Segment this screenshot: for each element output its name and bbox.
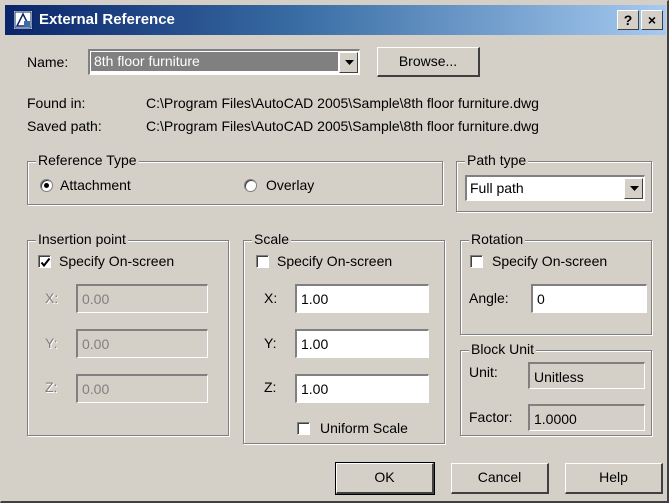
factor-label: Factor: (469, 409, 513, 425)
name-selected-value: 8th floor furniture (91, 52, 338, 71)
close-icon[interactable]: × (641, 10, 663, 30)
chevron-down-icon[interactable] (624, 178, 643, 199)
scale-group: Scale Specify On-screen X: 1.00 Y: 1.00 … (243, 231, 445, 444)
path-type-selected-value: Full path (470, 180, 524, 196)
insertion-y-label: Y: (45, 335, 58, 351)
unit-value: Unitless (534, 369, 584, 385)
checkmark-icon (40, 257, 51, 268)
found-in-value: C:\Program Files\AutoCAD 2005\Sample\8th… (146, 95, 539, 111)
reference-type-title: Reference Type (36, 152, 139, 168)
block-unit-title: Block Unit (469, 341, 537, 357)
name-combo[interactable]: 8th floor furniture (88, 49, 360, 75)
block-unit-group: Block Unit Unit: Unitless Factor: 1.0000 (460, 341, 652, 436)
unit-label: Unit: (469, 364, 498, 380)
overlay-label[interactable]: Overlay (266, 177, 314, 193)
insertion-y-value: 0.00 (82, 336, 110, 352)
title-bar[interactable]: External Reference ? × (5, 5, 666, 35)
scale-x-label: X: (264, 290, 278, 306)
scale-z-field[interactable]: 1.00 (295, 374, 429, 403)
browse-button[interactable]: Browse... (377, 47, 480, 77)
scale-specify-checkbox[interactable] (256, 255, 269, 268)
overlay-radio[interactable] (244, 179, 257, 192)
insertion-specify-label[interactable]: Specify On-screen (59, 253, 174, 269)
saved-path-label: Saved path: (27, 118, 102, 134)
scale-y-field[interactable]: 1.00 (295, 329, 429, 358)
scale-z-label: Z: (264, 379, 277, 395)
uniform-scale-label[interactable]: Uniform Scale (320, 420, 408, 436)
path-type-combo[interactable]: Full path (465, 175, 645, 201)
attachment-label[interactable]: Attachment (60, 177, 131, 193)
angle-field[interactable]: 0 (531, 284, 647, 313)
insertion-x-field[interactable]: 0.00 (76, 284, 208, 313)
insertion-point-group: Insertion point Specify On-screen X: 0.0… (27, 231, 229, 436)
external-reference-dialog: External Reference ? × Name: 8th floor f… (0, 0, 669, 503)
name-label: Name: (27, 54, 69, 70)
rotation-specify-label[interactable]: Specify On-screen (492, 253, 607, 269)
insertion-z-value: 0.00 (82, 381, 110, 397)
scale-z-value: 1.00 (301, 381, 329, 397)
chevron-down-icon[interactable] (339, 52, 358, 73)
path-type-title: Path type (465, 152, 529, 168)
scale-y-label: Y: (264, 335, 277, 351)
insertion-y-field[interactable]: 0.00 (76, 329, 208, 358)
rotation-specify-checkbox[interactable] (470, 255, 483, 268)
unit-field: Unitless (528, 362, 645, 389)
help-icon[interactable]: ? (617, 10, 639, 30)
insertion-specify-checkbox[interactable] (38, 255, 51, 268)
radio-dot-icon (44, 183, 49, 188)
insertion-z-field[interactable]: 0.00 (76, 374, 208, 403)
path-type-group: Path type Full path (456, 152, 652, 212)
reference-type-group: Reference Type Attachment Overlay (27, 152, 443, 205)
found-in-label: Found in: (27, 95, 86, 111)
insertion-z-label: Z: (45, 379, 58, 395)
window-title: External Reference (39, 11, 175, 28)
angle-value: 0 (537, 291, 545, 307)
insertion-x-value: 0.00 (82, 291, 110, 307)
rotation-group: Rotation Specify On-screen Angle: 0 (460, 231, 652, 335)
scale-title: Scale (252, 231, 292, 247)
scale-specify-label[interactable]: Specify On-screen (277, 253, 392, 269)
uniform-scale-checkbox[interactable] (297, 422, 310, 435)
factor-value: 1.0000 (534, 411, 577, 427)
help-button[interactable]: Help (565, 463, 663, 494)
saved-path-value: C:\Program Files\AutoCAD 2005\Sample\8th… (146, 118, 539, 134)
cancel-button[interactable]: Cancel (451, 463, 549, 494)
scale-y-value: 1.00 (301, 336, 329, 352)
angle-label: Angle: (469, 290, 509, 306)
factor-field: 1.0000 (528, 404, 645, 431)
insertion-x-label: X: (45, 290, 59, 306)
scale-x-value: 1.00 (301, 291, 329, 307)
insertion-point-title: Insertion point (36, 231, 128, 247)
rotation-title: Rotation (469, 231, 526, 247)
xref-icon (13, 10, 33, 30)
attachment-radio[interactable] (40, 179, 53, 192)
scale-x-field[interactable]: 1.00 (295, 284, 429, 313)
ok-button[interactable]: OK (335, 462, 435, 495)
